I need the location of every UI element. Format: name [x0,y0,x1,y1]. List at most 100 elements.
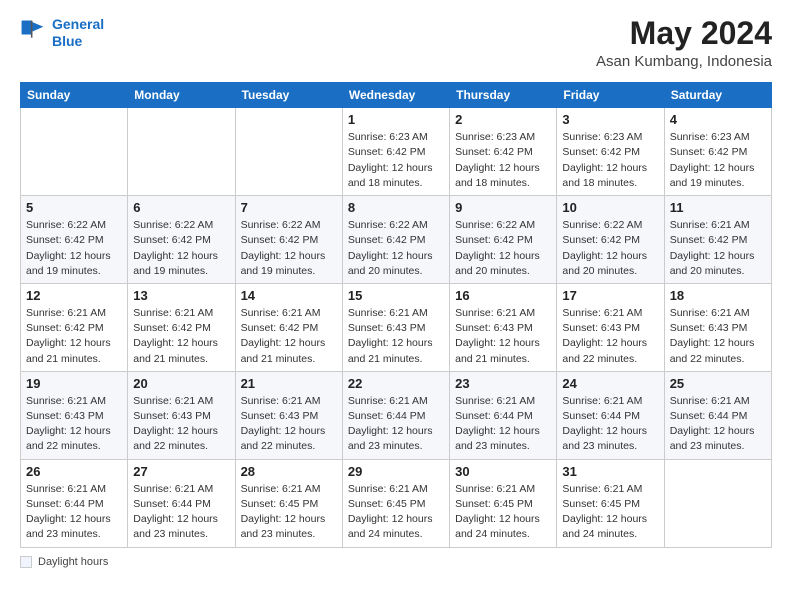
day-detail: Sunrise: 6:21 AM Sunset: 6:42 PM Daylight:… [241,306,337,367]
day-detail: Sunrise: 6:21 AM Sunset: 6:43 PM Daylight:… [562,306,658,367]
sunset-text: Sunset: 6:42 PM [241,322,319,334]
sunset-text: Sunset: 6:42 PM [562,234,640,246]
day-number: 28 [241,464,337,479]
week-row-4: 19Sunrise: 6:21 AMSunset: 6:43 PMDayligh… [21,371,772,459]
sunrise-text: Sunrise: 6:21 AM [455,483,535,495]
week-row-3: 12 Sunrise: 6:21 AM Sunset: 6:42 PM Dayligh… [21,283,772,371]
daylight-text: Daylight: 12 hours and 21 minutes. [133,337,218,364]
daylight-text: Daylight: 12 hours and 20 minutes. [562,250,647,277]
footer-label: Daylight hours [38,556,108,568]
daylight-text: Daylight: 12 hours and 23 minutes. [455,425,540,452]
sunrise-text: Sunrise: 6:23 AM [562,131,642,143]
sunrise-text: Sunrise: 6:21 AM [26,395,106,407]
daylight-text: Daylight: 12 hours and 22 minutes. [562,337,647,364]
day-detail: Sunrise: 6:21 AMSunset: 6:44 PMDaylight:… [562,394,658,455]
calendar-cell: 6Sunrise: 6:22 AMSunset: 6:42 PMDaylight… [128,196,235,284]
calendar-cell: 12Sunrise: 6:21 AMSunset: 6:42 PMDayligh… [21,283,128,371]
day-number: 30 [455,464,551,479]
sunset-text: Sunset: 6:45 PM [562,498,640,510]
daylight-indicator [20,556,32,568]
sunrise-text: Sunrise: 6:21 AM [455,307,535,319]
day-number: 4 [670,112,766,127]
day-number: 3 [562,112,658,127]
day-number: 31 [562,464,658,479]
day-number: 5 [26,200,122,215]
day-number: 14 [241,288,337,303]
day-detail: Sunrise: 6:21 AMSunset: 6:43 PMDaylight:… [133,394,229,455]
calendar-cell: 1Sunrise: 6:23 AMSunset: 6:42 PMDaylight… [342,108,449,196]
daylight-text: Daylight: 12 hours and 21 minutes. [26,337,111,364]
daylight-text: Daylight: 12 hours and 18 minutes. [455,162,540,189]
daylight-text: Daylight: 12 hours and 24 minutes. [455,513,540,540]
page: General Blue May 2024 Asan Kumbang, Indo… [0,0,792,612]
calendar-cell [235,108,342,196]
day-number: 7 [241,200,337,215]
sunrise-text: Sunrise: 6:21 AM [133,483,213,495]
day-number: 17 [562,288,658,303]
calendar-cell: 4 Sunrise: 6:23 AMSunset: 6:42 PMDaylight… [664,108,771,196]
calendar-cell [21,108,128,196]
footer: Daylight hours [20,556,772,568]
day-detail: Sunrise: 6:22 AMSunset: 6:42 PMDaylight:… [562,218,658,279]
sunset-text: Sunset: 6:43 PM [26,410,104,422]
day-detail: Sunrise: 6:21 AMSunset: 6:43 PMDaylight:… [241,394,337,455]
sunrise-text: Sunrise: 6:21 AM [562,307,642,319]
sunrise-text: Sunrise: 6:21 AM [241,307,321,319]
day-number: 29 [348,464,444,479]
sunset-text: Sunset: 6:42 PM [241,234,319,246]
day-number: 26 [26,464,122,479]
sunrise-text: Sunrise: 6:21 AM [455,395,535,407]
sunset-text: Sunset: 6:42 PM [133,322,211,334]
weekday-header-sunday: Sunday [21,83,128,108]
daylight-text: Daylight: 12 hours and 21 minutes. [455,337,540,364]
sunrise-text: Sunrise: 6:22 AM [455,219,535,231]
calendar-cell: 14 Sunrise: 6:21 AM Sunset: 6:42 PM Dayligh… [235,283,342,371]
daylight-text: Daylight: 12 hours and 19 minutes. [670,162,755,189]
calendar-cell: 7 Sunrise: 6:22 AMSunset: 6:42 PMDaylight… [235,196,342,284]
sunset-text: Sunset: 6:43 PM [241,410,319,422]
day-detail: Sunrise: 6:21 AMSunset: 6:43 PMDaylight:… [26,394,122,455]
week-row-5: 26Sunrise: 6:21 AMSunset: 6:44 PMDayligh… [21,459,772,547]
sunrise-text: Sunrise: 6:23 AM [455,131,535,143]
day-detail: Sunrise: 6:21 AMSunset: 6:43 PMDaylight:… [348,306,444,367]
sunrise-text: Sunrise: 6:21 AM [133,307,213,319]
day-number: 12 [26,288,122,303]
logo: General Blue [20,16,104,50]
sunset-text: Sunset: 6:43 PM [562,322,640,334]
sunrise-text: Sunrise: 6:21 AM [562,395,642,407]
daylight-text: Daylight: 12 hours and 18 minutes. [348,162,433,189]
sunset-text: Sunset: 6:42 PM [26,322,104,334]
day-detail: Sunrise: 6:22 AMSunset: 6:42 PMDaylight:… [455,218,551,279]
sunset-text: Sunset: 6:42 PM [455,146,533,158]
daylight-text: Daylight: 12 hours and 19 minutes. [26,250,111,277]
sunrise-text: Sunrise: 6:22 AM [348,219,428,231]
sunset-text: Sunset: 6:44 PM [348,410,426,422]
calendar-cell: 11Sunrise: 6:21 AMSunset: 6:42 PMDayligh… [664,196,771,284]
calendar-cell: 15Sunrise: 6:21 AMSunset: 6:43 PMDayligh… [342,283,449,371]
sunset-text: Sunset: 6:43 PM [455,322,533,334]
daylight-text: Daylight: 12 hours and 21 minutes. [241,337,326,364]
day-detail: Sunrise: 6:23 AMSunset: 6:42 PMDaylight:… [670,130,766,191]
week-row-1: 1Sunrise: 6:23 AMSunset: 6:42 PMDaylight… [21,108,772,196]
day-number: 22 [348,376,444,391]
calendar-cell: 16Sunrise: 6:21 AMSunset: 6:43 PMDayligh… [450,283,557,371]
daylight-text: Daylight: 12 hours and 24 minutes. [562,513,647,540]
sunrise-text: Sunrise: 6:21 AM [348,395,428,407]
month-title: May 2024 [596,16,772,51]
day-detail: Sunrise: 6:22 AMSunset: 6:42 PMDaylight:… [241,218,337,279]
calendar-cell: 3Sunrise: 6:23 AMSunset: 6:42 PMDaylight… [557,108,664,196]
day-detail: Sunrise: 6:22 AMSunset: 6:42 PMDaylight:… [133,218,229,279]
sunset-text: Sunset: 6:45 PM [455,498,533,510]
day-number: 23 [455,376,551,391]
day-detail: Sunrise: 6:21 AMSunset: 6:44 PMDaylight:… [455,394,551,455]
week-row-2: 5Sunrise: 6:22 AMSunset: 6:42 PMDaylight… [21,196,772,284]
daylight-text: Daylight: 12 hours and 23 minutes. [26,513,111,540]
daylight-text: Daylight: 12 hours and 20 minutes. [348,250,433,277]
sunrise-text: Sunrise: 6:22 AM [26,219,106,231]
calendar-cell: 24Sunrise: 6:21 AMSunset: 6:44 PMDayligh… [557,371,664,459]
weekday-header-friday: Friday [557,83,664,108]
day-detail: Sunrise: 6:22 AMSunset: 6:42 PMDaylight:… [348,218,444,279]
day-number: 21 [241,376,337,391]
calendar-cell: 2Sunrise: 6:23 AMSunset: 6:42 PMDaylight… [450,108,557,196]
sunrise-text: Sunrise: 6:22 AM [133,219,213,231]
